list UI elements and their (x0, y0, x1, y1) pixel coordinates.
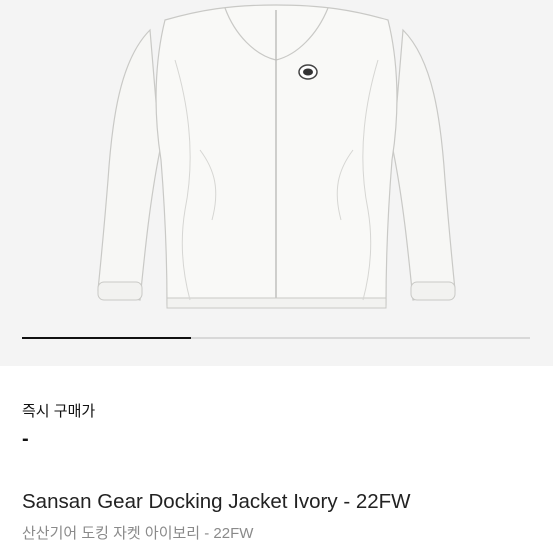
product-image (97, 4, 456, 309)
product-subtitle: 산산기어 도킹 자켓 아이보리 - 22FW (22, 525, 254, 542)
product-title: Sansan Gear Docking Jacket Ivory - 22FW (22, 490, 411, 513)
image-progress-bar (22, 337, 530, 339)
instant-buy-label: 즉시 구매가 (22, 403, 96, 420)
product-image-gallery[interactable] (0, 0, 553, 366)
image-progress-indicator (22, 337, 192, 339)
instant-buy-price: - (22, 428, 29, 450)
